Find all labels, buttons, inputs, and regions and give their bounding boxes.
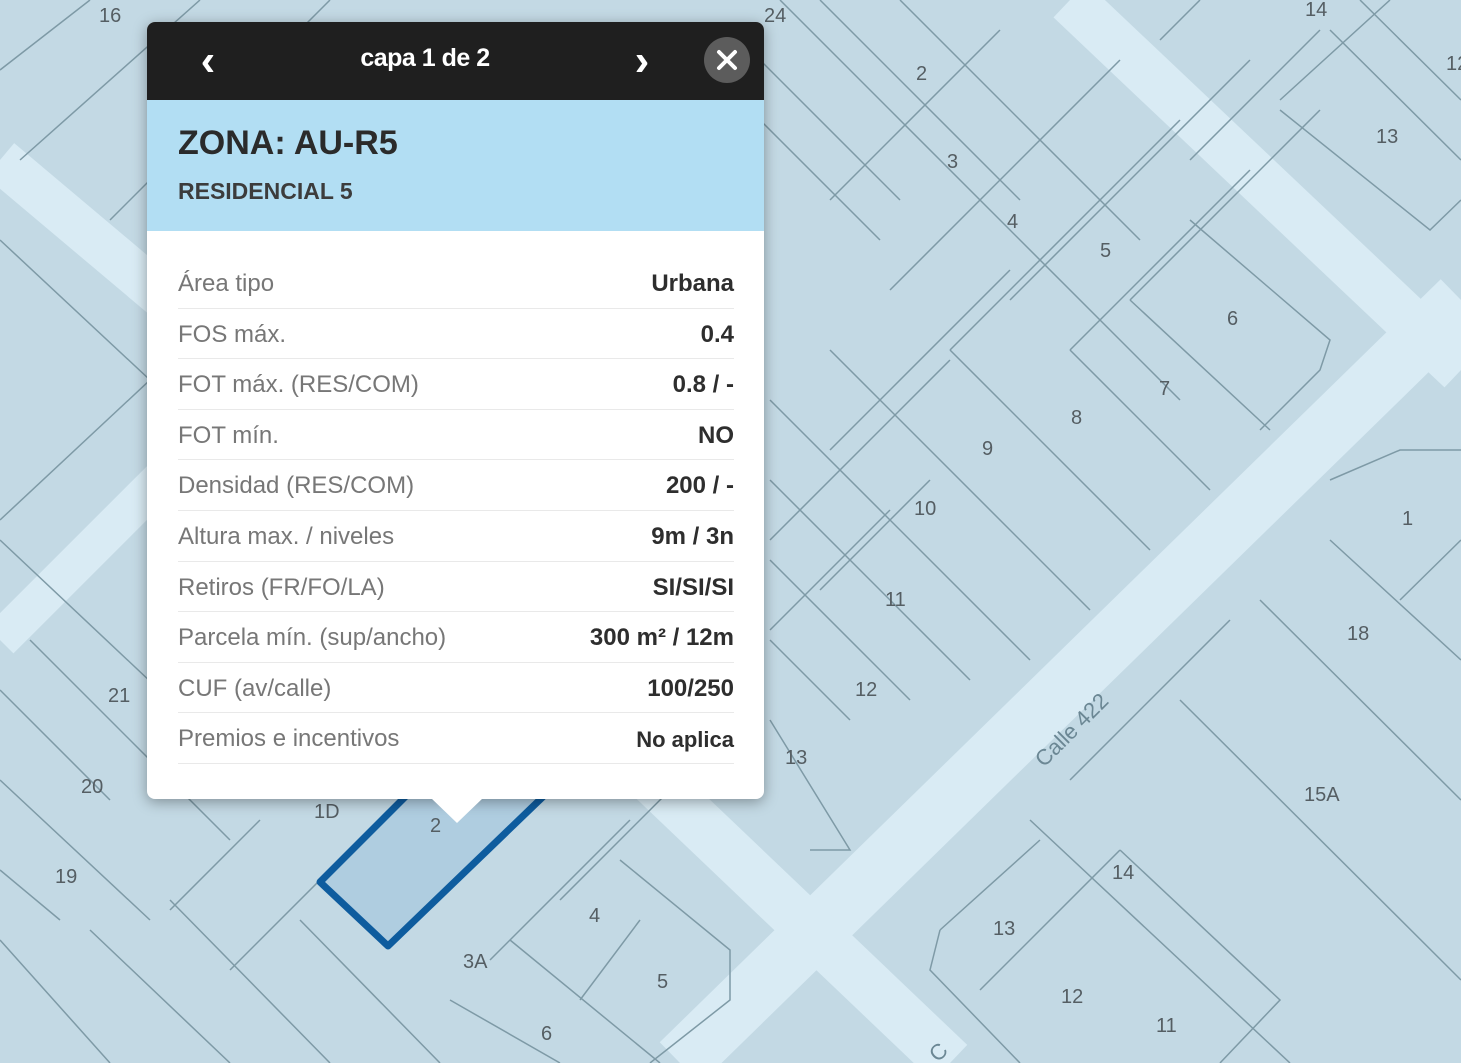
plot-number: 19 bbox=[55, 866, 77, 888]
attribute-label: Retiros (FR/FO/LA) bbox=[178, 573, 385, 601]
attribute-value: 200 / - bbox=[665, 472, 734, 500]
plot-number: 14 bbox=[1112, 862, 1134, 884]
attribute-row: Retiros (FR/FO/LA) SI/SI/SI bbox=[178, 562, 734, 613]
plot-number: 21 bbox=[108, 685, 130, 707]
plot-number: 7 bbox=[1159, 378, 1170, 400]
attribute-value: 9m / 3n bbox=[651, 522, 734, 550]
attribute-value: 0.8 / - bbox=[672, 371, 734, 399]
plot-number: 11 bbox=[885, 589, 906, 611]
plot-number: 16 bbox=[99, 5, 121, 27]
plot-number: 9 bbox=[982, 438, 993, 460]
attribute-row: CUF (av/calle) 100/250 bbox=[178, 663, 734, 714]
plot-number: 14 bbox=[1305, 0, 1327, 21]
zone-info-popup: ‹ capa 1 de 2 › ZONA: AU-R5 RESIDENCIAL … bbox=[147, 22, 764, 823]
plot-number: 3A bbox=[463, 951, 488, 973]
attribute-label: Densidad (RES/COM) bbox=[178, 472, 415, 500]
plot-number: 12 bbox=[1446, 53, 1461, 75]
plot-number: 1D bbox=[314, 801, 340, 823]
plot-number: 6 bbox=[1227, 308, 1238, 330]
attribute-row: Área tipo Urbana bbox=[178, 258, 734, 309]
attribute-row: FOT mín. NO bbox=[178, 410, 734, 461]
plot-number: 15A bbox=[1304, 784, 1340, 806]
plot-number: 8 bbox=[1071, 407, 1082, 429]
zone-subtitle: RESIDENCIAL 5 bbox=[178, 178, 353, 204]
attribute-row: Densidad (RES/COM) 200 / - bbox=[178, 460, 734, 511]
plot-number: 18 bbox=[1347, 623, 1369, 645]
attribute-value: Urbana bbox=[651, 270, 734, 297]
plot-number: 4 bbox=[589, 905, 600, 927]
plot-number: 10 bbox=[914, 498, 936, 520]
popup-pointer bbox=[431, 798, 483, 823]
plot-number: 13 bbox=[993, 918, 1015, 940]
plot-number: 24 bbox=[764, 5, 786, 27]
plot-number: 6 bbox=[541, 1023, 552, 1045]
attribute-value: SI/SI/SI bbox=[652, 573, 734, 601]
attribute-row: Altura max. / niveles 9m / 3n bbox=[178, 511, 734, 562]
attribute-value: No aplica bbox=[636, 727, 734, 753]
attribute-row: FOS máx. 0.4 bbox=[178, 309, 734, 360]
plot-number: 4 bbox=[1007, 211, 1018, 233]
attribute-value: 100/250 bbox=[647, 674, 734, 702]
attribute-label: FOT mín. bbox=[178, 421, 279, 449]
attribute-label: CUF (av/calle) bbox=[178, 674, 332, 702]
attribute-label: FOT máx. (RES/COM) bbox=[178, 371, 419, 399]
plot-number: 1 bbox=[1402, 508, 1413, 530]
attribute-label: Parcela mín. (sup/ancho) bbox=[178, 624, 447, 652]
zone-summary: ZONA: AU-R5 RESIDENCIAL 5 bbox=[147, 100, 764, 231]
plot-number: 3 bbox=[947, 151, 958, 173]
zone-title: ZONA: AU-R5 bbox=[178, 124, 398, 162]
plot-number: 12 bbox=[855, 679, 877, 701]
attribute-value: 300 m² / 12m bbox=[589, 624, 734, 652]
plot-number: 13 bbox=[785, 747, 807, 769]
attribute-label: FOS máx. bbox=[178, 320, 287, 348]
zone-attributes-table: Área tipo Urbana FOS máx. 0.4 FOT máx. (… bbox=[178, 258, 734, 764]
plot-number: 13 bbox=[1376, 126, 1398, 148]
attribute-label: Premios e incentivos bbox=[178, 725, 400, 753]
attribute-row: Parcela mín. (sup/ancho) 300 m² / 12m bbox=[178, 612, 734, 663]
layer-counter: capa 1 de 2 bbox=[360, 44, 490, 72]
close-icon bbox=[717, 50, 737, 70]
attribute-value: NO bbox=[698, 421, 734, 449]
attribute-label: Área tipo bbox=[178, 270, 275, 297]
plot-number: 5 bbox=[1100, 240, 1111, 262]
popup-header: ‹ capa 1 de 2 › bbox=[147, 22, 764, 100]
plot-number: 11 bbox=[1156, 1015, 1177, 1037]
plot-number: 20 bbox=[81, 776, 103, 798]
attribute-row: FOT máx. (RES/COM) 0.8 / - bbox=[178, 359, 734, 410]
close-button[interactable] bbox=[704, 37, 750, 83]
chevron-right-icon[interactable]: › bbox=[617, 34, 667, 88]
attribute-label: Altura max. / niveles bbox=[178, 522, 395, 550]
plot-number: 5 bbox=[657, 971, 668, 993]
plot-number: 12 bbox=[1061, 986, 1083, 1008]
attribute-value: 0.4 bbox=[700, 320, 734, 348]
attribute-row: Premios e incentivos No aplica bbox=[178, 713, 734, 764]
chevron-left-icon[interactable]: ‹ bbox=[183, 34, 233, 88]
plot-number: 2 bbox=[916, 63, 927, 85]
